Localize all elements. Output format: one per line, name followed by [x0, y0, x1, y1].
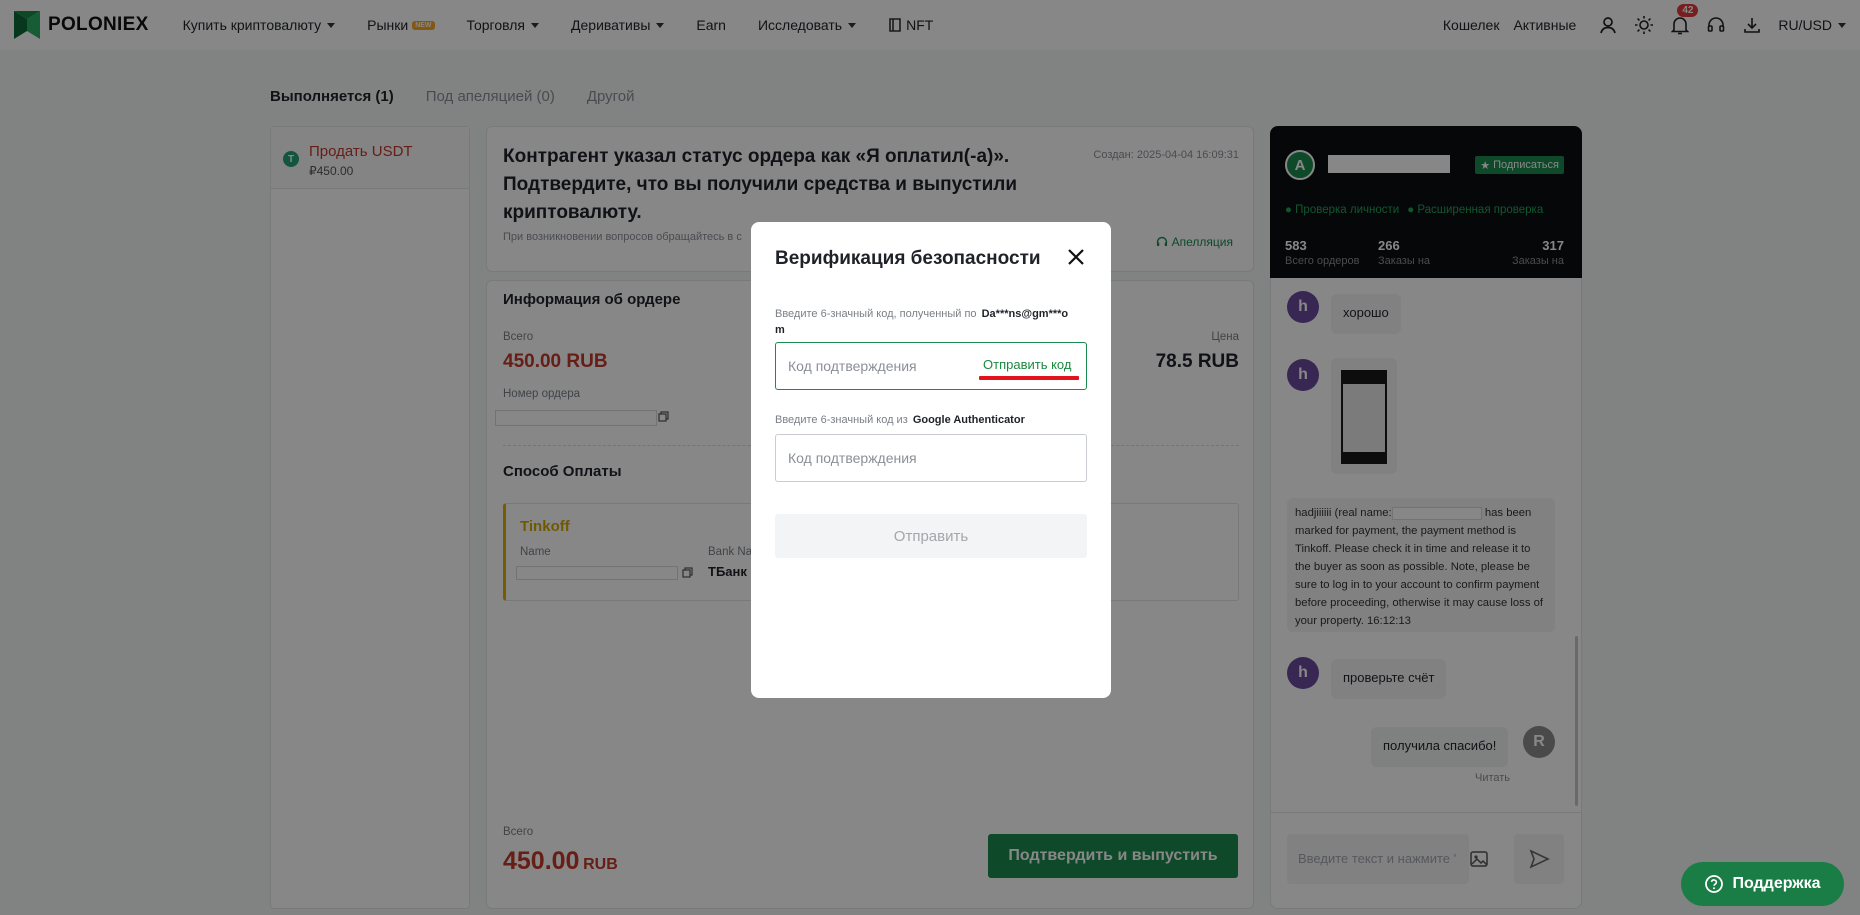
support-label: Поддержка — [1732, 875, 1821, 892]
submit-button[interactable]: Отправить — [775, 514, 1087, 558]
ga-name: Google Authenticator — [912, 414, 1025, 426]
ga-code-placeholder: Код подтверждения — [788, 450, 917, 466]
email-masked: Da***ns@gm***o — [981, 308, 1069, 320]
modal-title: Верификация безопасности — [775, 248, 1041, 269]
email-prompt-text: Введите 6-значный код, полученный по — [775, 308, 977, 320]
ga-prompt: Введите 6-значный код из Google Authenti… — [775, 414, 1025, 426]
close-icon[interactable] — [1067, 248, 1085, 266]
send-code-button[interactable]: Отправить код — [983, 357, 1071, 372]
help-icon — [1705, 875, 1724, 893]
send-code-underline-annotation — [979, 376, 1079, 380]
ga-prompt-text: Введите 6-значный код из — [775, 414, 908, 426]
security-verification-modal: Верификация безопасности Введите 6-значн… — [751, 222, 1111, 698]
email-masked-tail: m — [775, 324, 785, 336]
email-prompt: Введите 6-значный код, полученный по Da*… — [775, 306, 1095, 338]
support-button[interactable]: Поддержка — [1681, 862, 1844, 906]
ga-code-input[interactable]: Код подтверждения — [775, 434, 1087, 482]
email-code-placeholder: Код подтверждения — [788, 358, 917, 374]
